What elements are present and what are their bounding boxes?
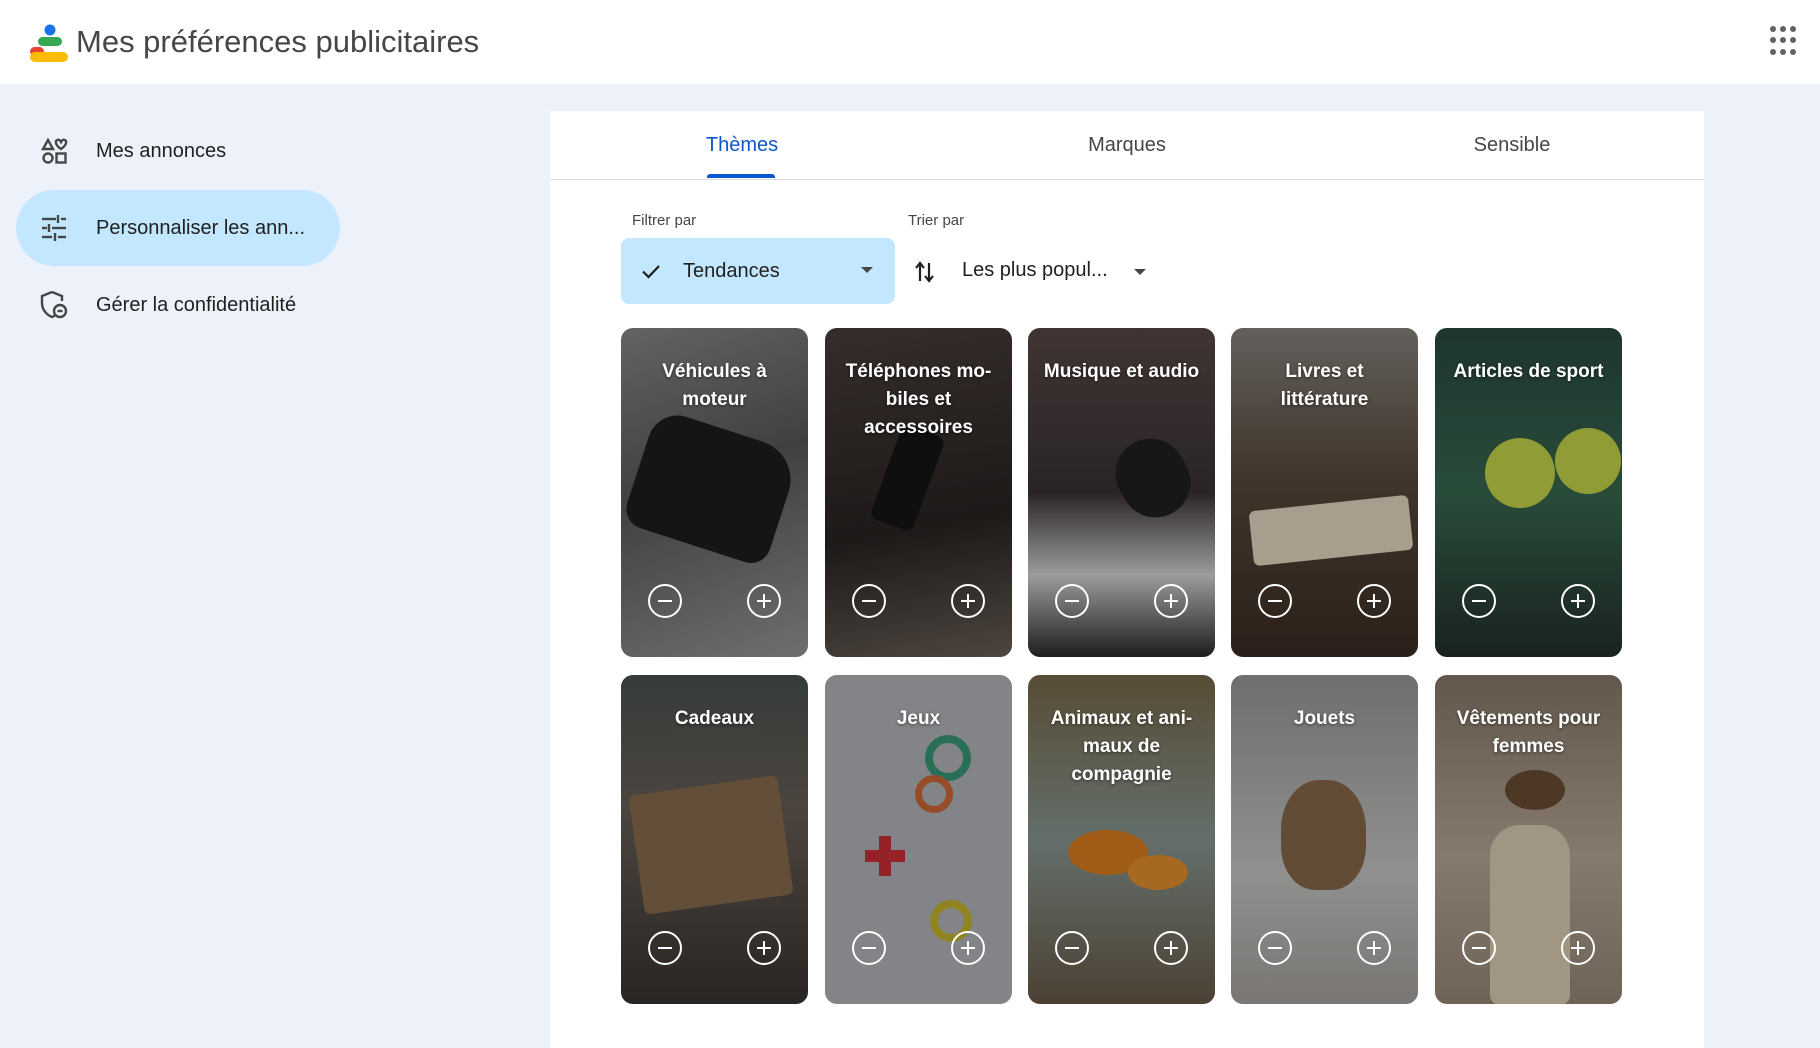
tune-icon: [38, 212, 70, 244]
remove-topic-button[interactable]: [1462, 584, 1496, 618]
add-topic-button[interactable]: [951, 931, 985, 965]
filter-dropdown[interactable]: Tendances: [621, 238, 895, 304]
remove-topic-button[interactable]: [1462, 931, 1496, 965]
remove-topic-button[interactable]: [1258, 931, 1292, 965]
filter-value: Tendances: [683, 259, 780, 282]
caret-down-icon[interactable]: [1134, 269, 1146, 275]
card-title: Jeux: [896, 708, 941, 729]
sort-dropdown[interactable]: Les plus popul...: [962, 259, 1108, 282]
sidebar-item-label: Personnaliser les ann...: [96, 216, 306, 239]
tab-sensible[interactable]: Sensible: [1320, 111, 1704, 179]
card-title: Livres et littérature: [1280, 361, 1369, 410]
remove-topic-button[interactable]: [852, 931, 886, 965]
app-header: Mes préférences publicitaires: [0, 0, 1820, 84]
google-apps-icon[interactable]: [1770, 26, 1800, 56]
card-title: Jouets: [1293, 708, 1356, 729]
filter-label: Filtrer par: [632, 212, 697, 229]
topic-card-musique[interactable]: Musique et audio: [1028, 328, 1215, 657]
sidebar-item-mes-annonces[interactable]: Mes annonces: [16, 113, 340, 189]
topic-card-telephones[interactable]: Téléphones mo-biles et accessoires: [825, 328, 1012, 657]
tab-bar: Thèmes Marques Sensible: [550, 111, 1704, 180]
card-title: Véhicules à moteur: [662, 361, 767, 410]
swap-vert-icon[interactable]: [913, 259, 937, 285]
topic-card-vehicules[interactable]: Véhicules à moteur: [621, 328, 808, 657]
topic-card-jouets[interactable]: Jouets: [1231, 675, 1418, 1004]
sidebar-item-gerer-confidentialite[interactable]: Gérer la confidentialité: [16, 267, 340, 343]
topic-card-vetements-femmes[interactable]: Vêtements pour femmes: [1435, 675, 1622, 1004]
topic-card-sport[interactable]: Articles de sport: [1435, 328, 1622, 657]
add-topic-button[interactable]: [1357, 584, 1391, 618]
card-title: Animaux et ani-maux de compagnie: [1050, 708, 1193, 785]
tab-themes[interactable]: Thèmes: [550, 111, 934, 179]
card-title: Vêtements pour femmes: [1456, 708, 1601, 757]
main-panel: Thèmes Marques Sensible Filtrer par Tend…: [550, 111, 1704, 1048]
card-title: Articles de sport: [1453, 361, 1604, 382]
app-title: Mes préférences publicitaires: [76, 24, 480, 59]
add-topic-button[interactable]: [1154, 931, 1188, 965]
remove-topic-button[interactable]: [648, 931, 682, 965]
add-topic-button[interactable]: [1561, 931, 1595, 965]
remove-topic-button[interactable]: [1258, 584, 1292, 618]
sidebar-item-label: Mes annonces: [96, 139, 227, 162]
remove-topic-button[interactable]: [852, 584, 886, 618]
remove-topic-button[interactable]: [648, 584, 682, 618]
caret-down-icon: [861, 267, 873, 273]
add-topic-button[interactable]: [951, 584, 985, 618]
check-icon: [642, 265, 660, 279]
sort-label: Trier par: [908, 212, 965, 229]
card-title: Téléphones mo-biles et accessoires: [845, 361, 992, 438]
card-title: Cadeaux: [674, 708, 755, 729]
topic-card-jeux[interactable]: Jeux: [825, 675, 1012, 1004]
privacy-shield-icon: [38, 289, 70, 321]
topic-card-animaux[interactable]: Animaux et ani-maux de compagnie: [1028, 675, 1215, 1004]
remove-topic-button[interactable]: [1055, 584, 1089, 618]
add-topic-button[interactable]: [747, 584, 781, 618]
sidebar-item-personnaliser[interactable]: Personnaliser les ann...: [16, 190, 340, 266]
add-topic-button[interactable]: [1561, 584, 1595, 618]
card-title: Musique et audio: [1043, 361, 1200, 382]
tab-marques[interactable]: Marques: [935, 111, 1319, 179]
remove-topic-button[interactable]: [1055, 931, 1089, 965]
topic-card-livres[interactable]: Livres et littérature: [1231, 328, 1418, 657]
add-topic-button[interactable]: [747, 931, 781, 965]
topic-card-cadeaux[interactable]: Cadeaux: [621, 675, 808, 1004]
add-topic-button[interactable]: [1357, 931, 1391, 965]
sidebar-item-label: Gérer la confidentialité: [96, 293, 297, 316]
ad-preferences-logo: [30, 24, 68, 62]
add-topic-button[interactable]: [1154, 584, 1188, 618]
active-tab-indicator: [707, 174, 775, 178]
shapes-icon: [38, 135, 70, 167]
